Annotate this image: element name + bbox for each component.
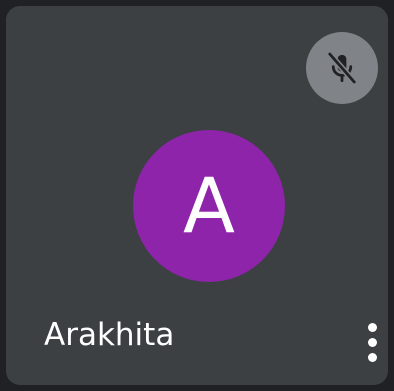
mic-off-badge [306, 32, 378, 104]
participant-tile: A Arakhita [6, 6, 388, 385]
more-options-button[interactable] [354, 312, 390, 372]
mic-off-icon [326, 51, 358, 85]
more-vert-icon-dot [367, 322, 377, 332]
avatar: A [133, 130, 285, 282]
participant-name: Arakhita [44, 317, 175, 353]
avatar-initial: A [183, 161, 235, 250]
more-vert-icon-dot [367, 337, 377, 347]
more-vert-icon-dot [367, 352, 377, 362]
